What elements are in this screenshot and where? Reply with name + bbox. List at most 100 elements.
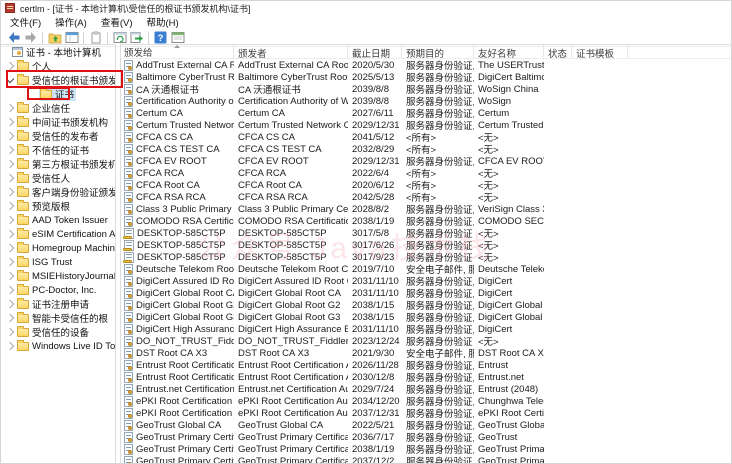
cell-issued-by: CFCA CS TEST CA — [234, 144, 348, 155]
cell-friendly-name: GeoTrust Global — [474, 420, 544, 431]
back-icon[interactable] — [5, 31, 22, 45]
certlm-window: certlm - [证书 - 本地计算机\受信任的根证书颁发机构\证书] 文件(… — [0, 0, 732, 464]
properties-icon[interactable] — [87, 31, 104, 45]
tree-item-14[interactable]: Homegroup Machine Cert — [1, 241, 115, 255]
chevron-down-icon[interactable] — [6, 75, 14, 83]
certificate-icon — [124, 180, 133, 191]
issued-to-text: ePKI Root Certification Auth... — [136, 396, 234, 407]
tree-item-11[interactable]: 预览版根 — [1, 199, 115, 213]
help-icon[interactable]: ? — [152, 31, 169, 45]
tree-item-15[interactable]: ISG Trust — [1, 255, 115, 269]
tree-item-9[interactable]: 受信任人 — [1, 171, 115, 185]
cell-expiration-date: 2029/12/31 — [348, 120, 402, 131]
help-window-icon[interactable] — [169, 31, 186, 45]
chevron-right-icon[interactable] — [6, 103, 14, 111]
column-header-friendly-name[interactable]: 友好名称 — [474, 45, 544, 58]
refresh-icon[interactable] — [111, 31, 128, 45]
column-header-certificate-template[interactable]: 证书模板 — [572, 45, 628, 58]
cell-friendly-name: ePKI Root Certific... — [474, 408, 544, 419]
tree-item-root[interactable]: 证书 - 本地计算机 — [1, 45, 115, 59]
show-console-tree-icon[interactable] — [63, 31, 80, 45]
column-header-status[interactable]: 状态 — [544, 45, 572, 58]
menu-item[interactable]: 文件(F) — [3, 15, 48, 29]
tree-item-2[interactable]: 受信任的根证书颁发机构 — [1, 73, 115, 87]
chevron-right-icon[interactable] — [6, 229, 14, 237]
tree-item-19[interactable]: 智能卡受信任的根 — [1, 311, 115, 325]
issued-to-text: CFCA CS CA — [136, 132, 193, 143]
cell-friendly-name: Chunghwa Teleco... — [474, 396, 544, 407]
chevron-right-icon[interactable] — [6, 285, 14, 293]
cell-expiration-date: 2025/5/13 — [348, 72, 402, 83]
certificate-icon — [124, 144, 133, 155]
issued-to-text: DigiCert Global Root G3 — [136, 312, 234, 323]
chevron-right-icon[interactable] — [6, 173, 14, 181]
chevron-right-icon[interactable] — [6, 145, 14, 153]
folder-icon — [17, 244, 29, 253]
forward-icon[interactable] — [22, 31, 39, 45]
tree-item-17[interactable]: PC-Doctor, Inc. — [1, 283, 115, 297]
cell-friendly-name: COMODO SECUR... — [474, 216, 544, 227]
tree-item-1[interactable]: 个人 — [1, 59, 115, 73]
certificates-console-icon — [12, 47, 23, 57]
chevron-right-icon[interactable] — [6, 243, 14, 251]
tree-item-16[interactable]: MSIEHistoryJournal — [1, 269, 115, 283]
tree-item-3[interactable]: 证书 — [1, 87, 115, 101]
chevron-right-icon[interactable] — [6, 187, 14, 195]
tree-item-7[interactable]: 不信任的证书 — [1, 143, 115, 157]
cell-issued-by: CFCA EV ROOT — [234, 156, 348, 167]
chevron-right-icon[interactable] — [6, 159, 14, 167]
chevron-right-icon[interactable] — [6, 61, 14, 69]
certificate-icon — [124, 156, 133, 167]
no-expander — [31, 92, 36, 97]
folder-icon — [17, 202, 29, 211]
tree-item-label: MSIEHistoryJournal — [32, 271, 116, 282]
tree-item-18[interactable]: 证书注册申请 — [1, 297, 115, 311]
menu-item[interactable]: 查看(V) — [94, 15, 140, 29]
cell-issued-by: Entrust Root Certification Auth... — [234, 372, 348, 383]
chevron-right-icon[interactable] — [6, 215, 14, 223]
tree-item-12[interactable]: AAD Token Issuer — [1, 213, 115, 227]
issued-to-text: DESKTOP-585CT5P — [137, 252, 226, 263]
cell-issued-to: Entrust Root Certification Au... — [121, 372, 234, 383]
cell-issued-to: AddTrust External CA Root — [121, 60, 234, 71]
tree-item-4[interactable]: 企业信任 — [1, 101, 115, 115]
chevron-right-icon[interactable] — [6, 299, 14, 307]
tree-item-6[interactable]: 受信任的发布者 — [1, 129, 115, 143]
chevron-right-icon[interactable] — [6, 117, 14, 125]
chevron-right-icon[interactable] — [6, 327, 14, 335]
up-one-level-icon[interactable] — [46, 31, 63, 45]
cell-expiration-date: 2034/12/20 — [348, 396, 402, 407]
tree-item-10[interactable]: 客户端身份验证颁发者 — [1, 185, 115, 199]
cell-expiration-date: 2020/5/30 — [348, 60, 402, 71]
tree-item-8[interactable]: 第三方根证书颁发机构 — [1, 157, 115, 171]
tree-item-label: 第三方根证书颁发机构 — [32, 157, 116, 171]
column-header-issued-by[interactable]: 颁发者 — [234, 45, 348, 58]
cell-expiration-date: 2030/12/8 — [348, 372, 402, 383]
issued-to-text: DESKTOP-585CT5P — [137, 240, 226, 251]
certificate-icon — [124, 360, 133, 371]
tree-item-label: 智能卡受信任的根 — [32, 311, 108, 325]
chevron-right-icon[interactable] — [6, 341, 14, 349]
chevron-right-icon[interactable] — [6, 257, 14, 265]
chevron-right-icon[interactable] — [6, 271, 14, 279]
cell-expiration-date: 2019/7/10 — [348, 264, 402, 275]
certificate-with-key-icon — [124, 228, 134, 239]
cell-issued-to: GeoTrust Global CA — [121, 420, 234, 431]
column-header-expiration-date[interactable]: 截止日期 — [348, 45, 402, 58]
column-header-issued-to[interactable]: 颁发给 — [121, 45, 234, 58]
tree-item-5[interactable]: 中间证书颁发机构 — [1, 115, 115, 129]
chevron-right-icon[interactable] — [6, 313, 14, 321]
cell-issued-by: Certum Trusted Network CA — [234, 120, 348, 131]
cell-issued-to: CFCA RSA RCA — [121, 192, 234, 203]
tree-item-21[interactable]: Windows Live ID Token Iss — [1, 339, 115, 353]
chevron-right-icon[interactable] — [6, 131, 14, 139]
tree-item-13[interactable]: eSIM Certification Authorit — [1, 227, 115, 241]
tree-item-20[interactable]: 受信任的设备 — [1, 325, 115, 339]
menu-item[interactable]: 帮助(H) — [139, 15, 185, 29]
cell-issued-to: DigiCert High Assurance EV ... — [121, 324, 234, 335]
export-list-icon[interactable] — [128, 31, 145, 45]
chevron-right-icon[interactable] — [6, 201, 14, 209]
certificate-row[interactable]: GeoTrust Primary Certificatio...GeoTrust… — [121, 455, 731, 463]
menu-item[interactable]: 操作(A) — [48, 15, 94, 29]
column-header-intended-purposes[interactable]: 预期目的 — [402, 45, 474, 58]
